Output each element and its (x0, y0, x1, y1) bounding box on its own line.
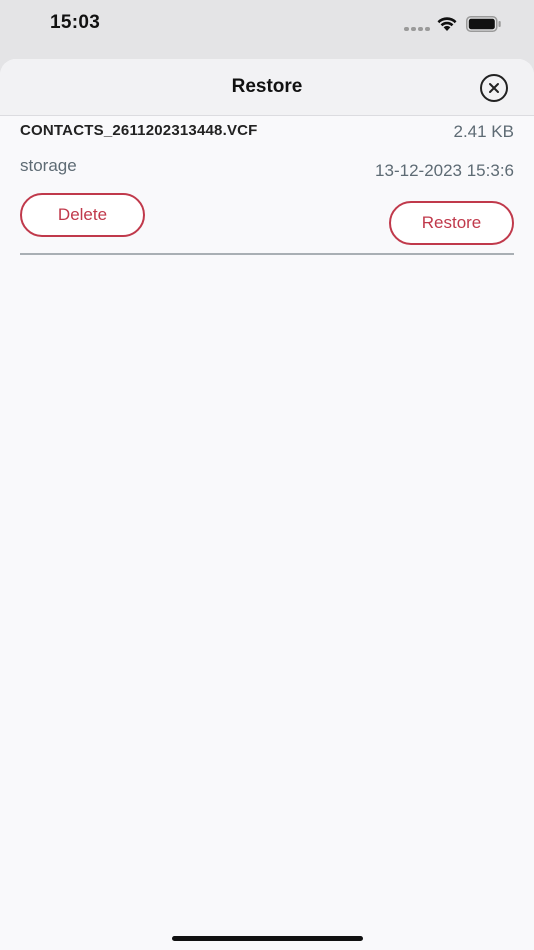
file-location: storage (20, 156, 77, 175)
file-date: 13-12-2023 15:3:6 (375, 161, 514, 180)
home-indicator (172, 936, 363, 941)
cellular-signal-icon (404, 27, 430, 31)
battery-icon (466, 16, 501, 32)
backup-file-row: CONTACTS_2611202313448.VCF 2.41 KB stora… (20, 116, 514, 256)
status-bar: 15:03 (0, 0, 534, 54)
wifi-icon (437, 17, 457, 31)
file-name: CONTACTS_2611202313448.VCF (20, 122, 258, 139)
restore-button[interactable]: Restore (389, 201, 514, 245)
row-divider (20, 253, 514, 255)
close-button[interactable] (480, 74, 508, 102)
delete-button[interactable]: Delete (20, 193, 145, 237)
screen: 15:03 Restore CONTACTS_2611202313448.VCF (0, 0, 534, 950)
file-size: 2.41 KB (453, 122, 515, 141)
restore-sheet: Restore CONTACTS_2611202313448.VCF 2.41 … (0, 59, 534, 950)
close-icon (489, 83, 499, 93)
sheet-header: Restore (0, 59, 534, 116)
page-title: Restore (231, 76, 303, 97)
status-time: 15:03 (50, 12, 101, 33)
